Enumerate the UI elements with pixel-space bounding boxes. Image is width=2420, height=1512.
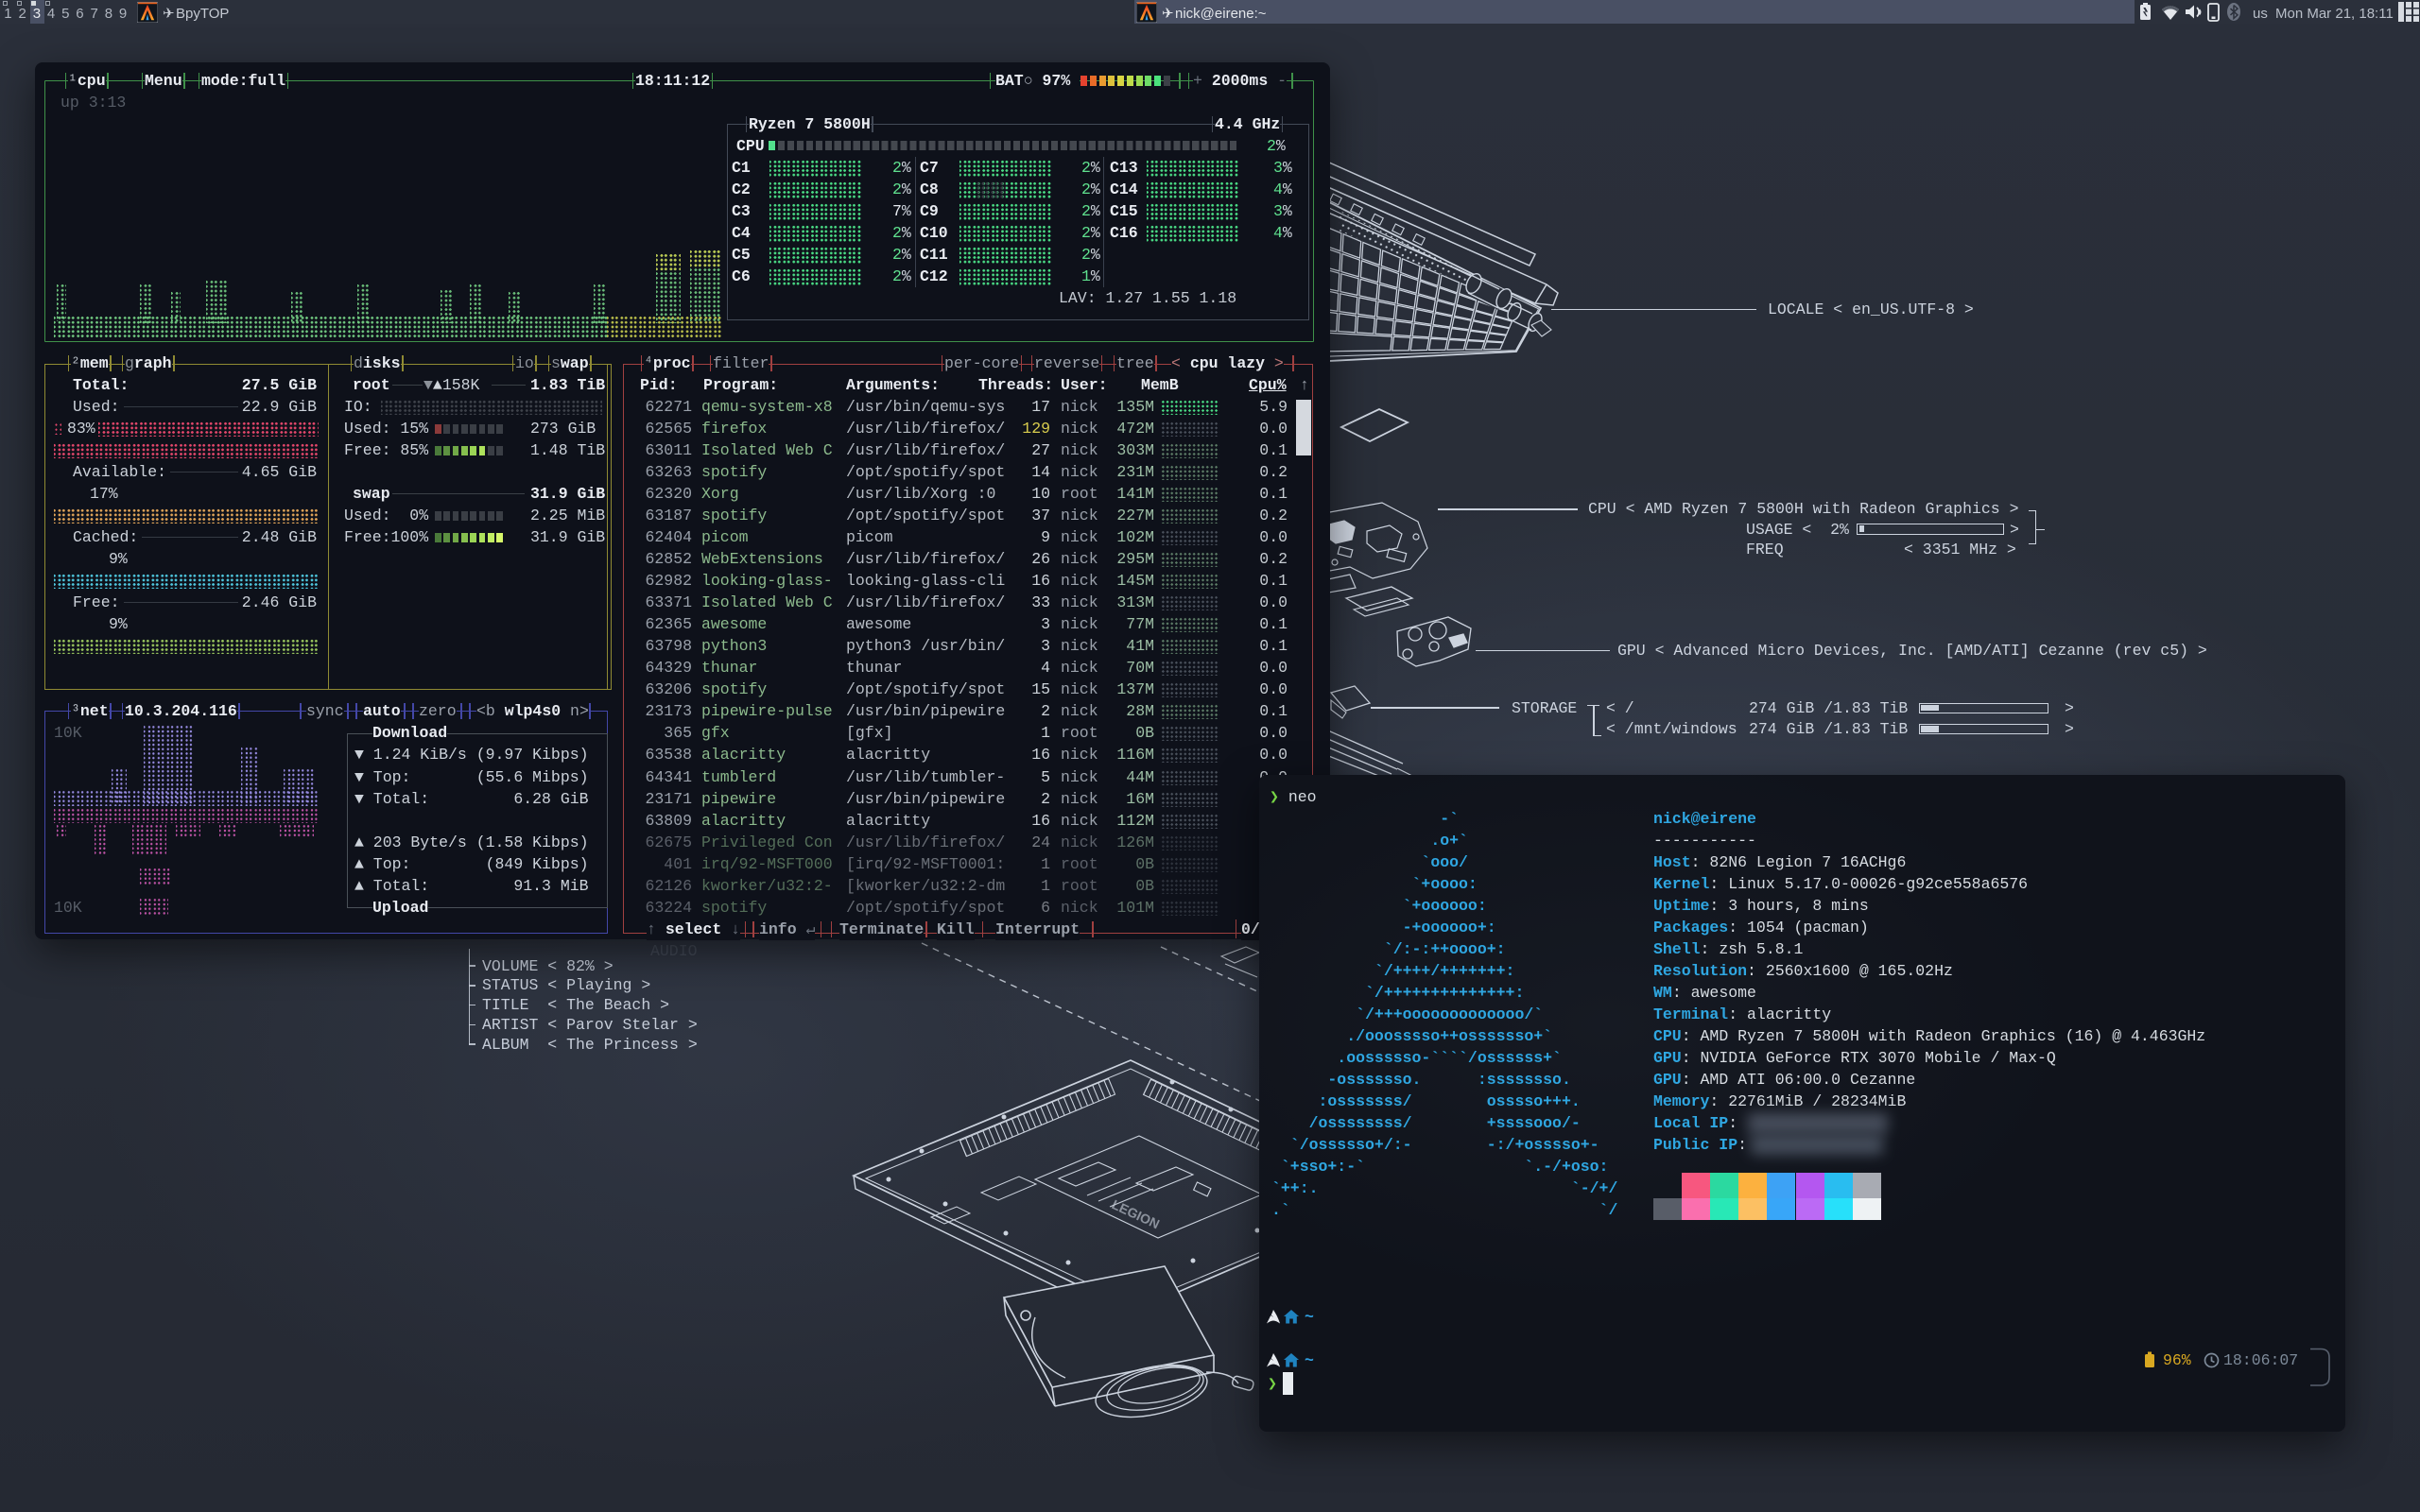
svg-text:LEGION: LEGION [1110,1196,1162,1231]
